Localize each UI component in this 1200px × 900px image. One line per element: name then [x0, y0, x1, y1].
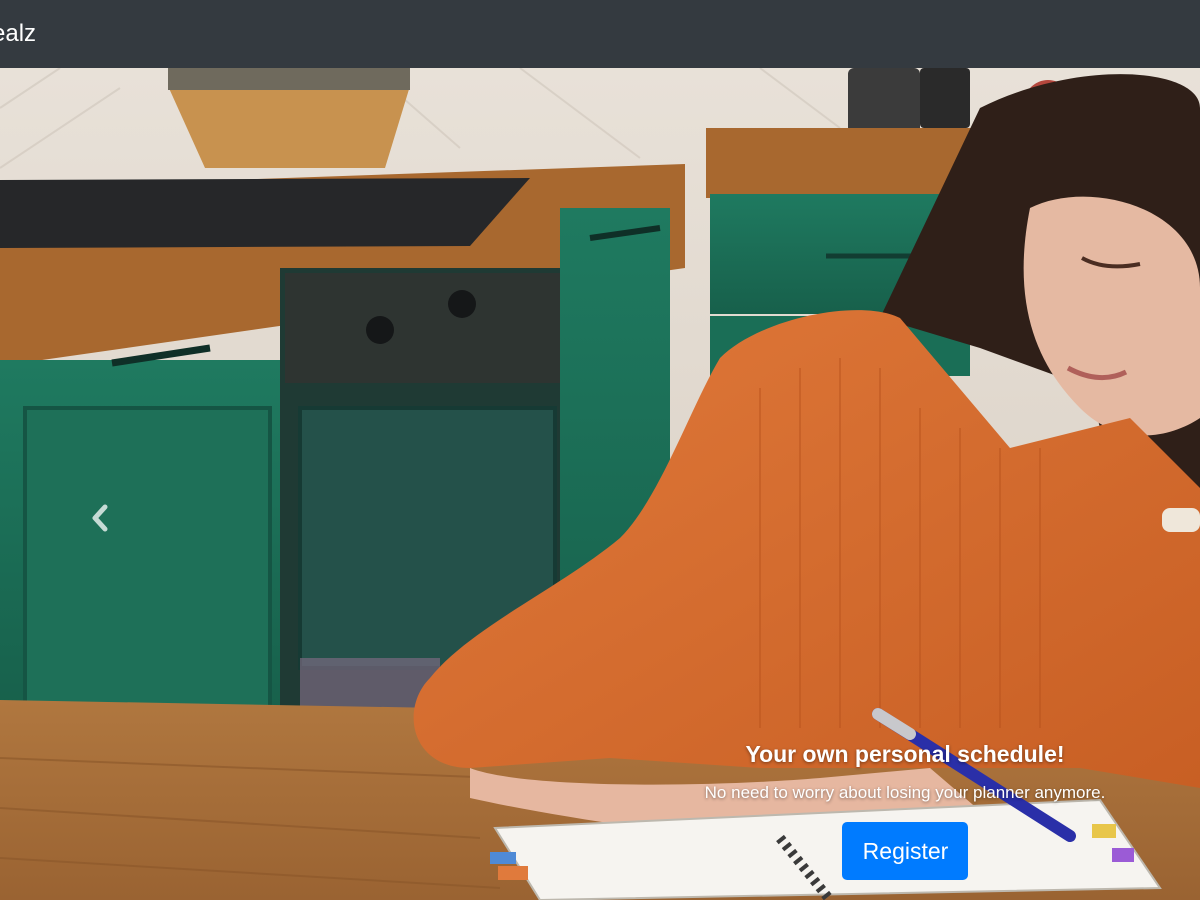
top-navbar: ealz [0, 0, 1200, 68]
register-button[interactable]: Register [841, 822, 969, 880]
navbar-brand[interactable]: ealz [0, 20, 36, 48]
hero-carousel: Your own personal schedule! No need to w… [0, 68, 1200, 900]
chevron-left-icon [92, 504, 108, 532]
carousel-caption: Your own personal schedule! No need to w… [640, 740, 1170, 880]
caption-title: Your own personal schedule! [745, 741, 1065, 767]
caption-text: No need to worry about losing your plann… [704, 783, 1106, 802]
carousel-prev-button[interactable] [60, 448, 140, 588]
